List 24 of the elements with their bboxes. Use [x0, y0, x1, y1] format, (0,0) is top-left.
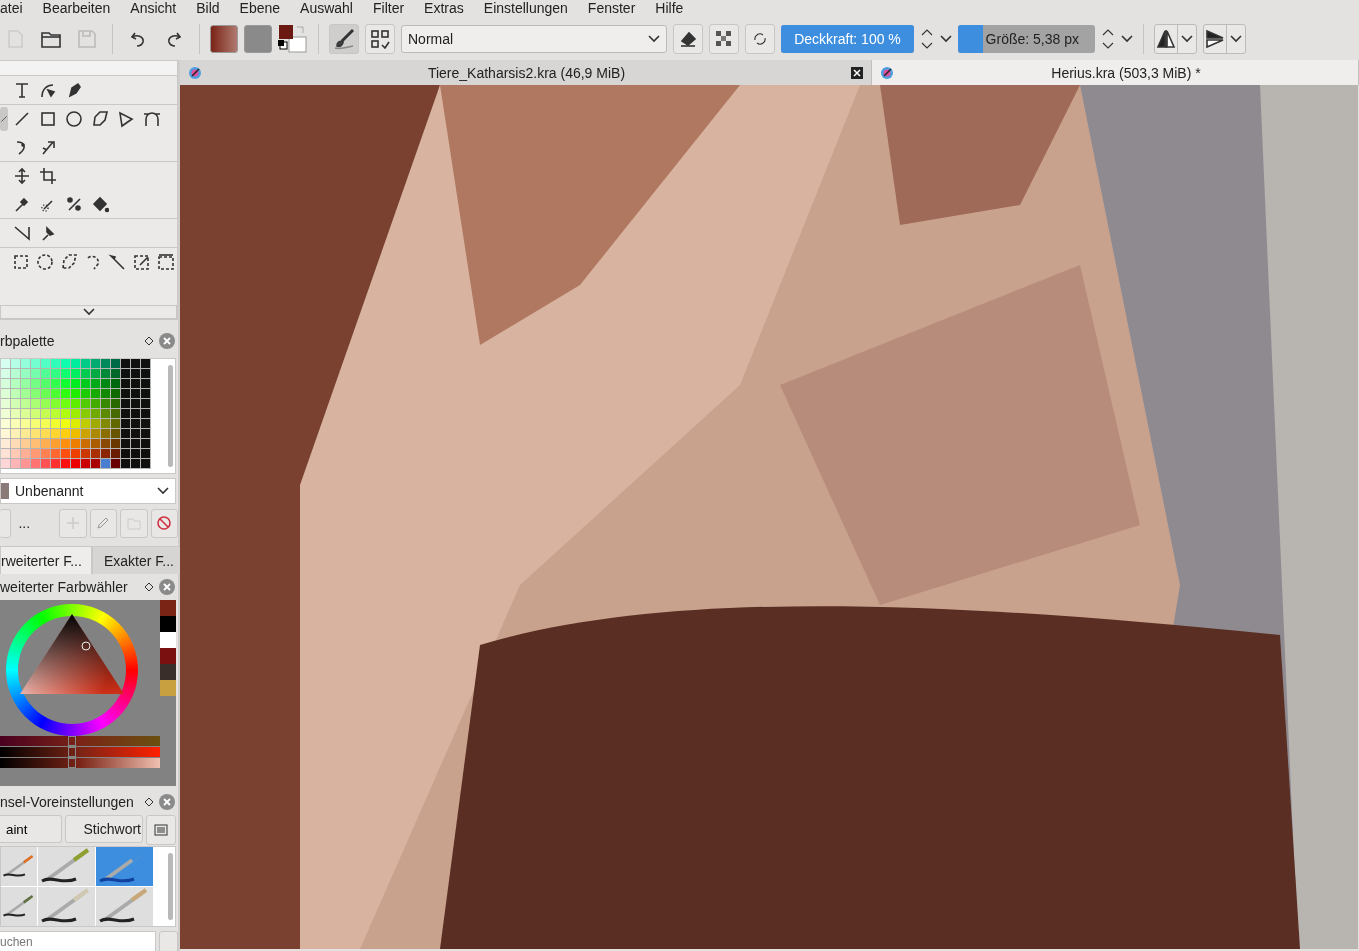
- docker-tab[interactable]: rweiterter F...: [0, 546, 92, 574]
- menu-item[interactable]: Ansicht: [120, 0, 187, 16]
- menu-item[interactable]: Ebene: [229, 0, 291, 16]
- menu-item[interactable]: Fenster: [577, 0, 646, 16]
- docker-title: nsel-Voreinstellungen: [0, 793, 135, 810]
- palette-dropdown[interactable]: Unbenannt: [0, 478, 176, 504]
- docker-title: rbpalette: [0, 333, 56, 349]
- blend-mode-dropdown[interactable]: Normal: [401, 25, 667, 53]
- more-label: ...: [17, 515, 32, 531]
- menu-item[interactable]: Auswahl: [290, 0, 363, 16]
- docker-title: weiterter Farbwähler: [0, 579, 129, 595]
- menu-item[interactable]: Bearbeiten: [32, 0, 121, 16]
- menu-item[interactable]: Filter: [363, 0, 415, 16]
- menu-item[interactable]: Einstellungen: [473, 0, 578, 16]
- menu-item[interactable]: Extras: [414, 0, 474, 16]
- size-slider[interactable]: Größe: 5,38 px: [958, 25, 1095, 53]
- document-tab[interactable]: Tiere_Katharsis2.kra (46,9 MiB): [180, 60, 872, 85]
- menu-item[interactable]: atei: [0, 0, 33, 16]
- menu-item[interactable]: Bild: [186, 0, 230, 16]
- document-tab[interactable]: Herius.kra (503,3 MiB) *: [872, 60, 1359, 85]
- search-field[interactable]: uchen: [0, 931, 156, 951]
- menu-item[interactable]: Hilfe: [645, 0, 694, 16]
- tag-dropdown[interactable]: aint: [0, 815, 62, 843]
- keyword-button[interactable]: Stichwort: [65, 815, 143, 843]
